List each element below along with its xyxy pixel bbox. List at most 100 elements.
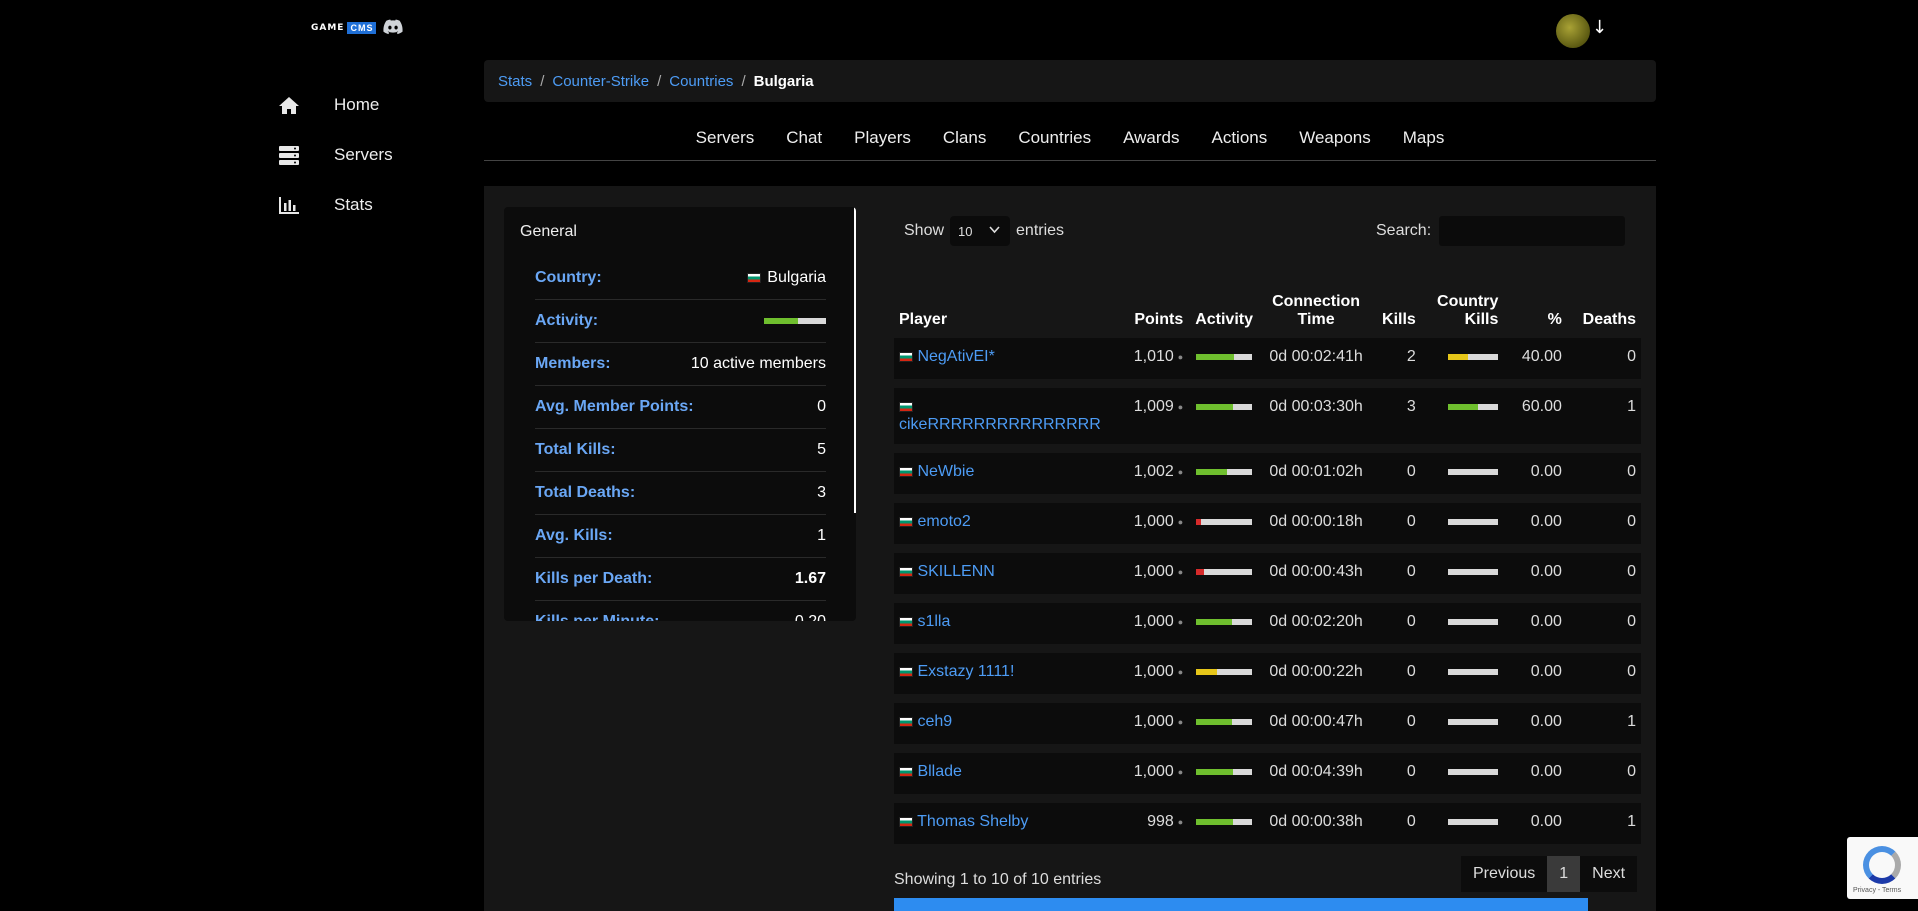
dot-icon: ● [1177,766,1184,777]
cell-player: s1lla [894,603,1118,644]
table-row[interactable]: s1lla 1,000 ● 0d 00:02:20h 0 0.00 0 [894,603,1641,644]
col-percent[interactable]: % [1503,271,1567,329]
cell-connection-time: 0d 00:04:39h [1269,763,1363,780]
country-kills-bar [1448,668,1499,675]
col-points[interactable]: Points [1118,271,1188,329]
points-value: 1,000 [1133,513,1174,530]
cell-percent: 0.00 [1530,713,1562,730]
tab-maps[interactable]: Maps [1387,120,1461,160]
cell-country-kills [1421,388,1504,444]
col-country-kills[interactable]: Country Kills [1421,271,1504,329]
breadcrumb-countries[interactable]: Countries [669,73,733,90]
player-link[interactable]: NegAtivEI* [917,348,994,365]
table-row[interactable]: NeWbie 1,002 ● 0d 00:01:02h 0 0.00 0 [894,453,1641,494]
activity-bar [1196,353,1253,360]
discord-icon[interactable] [383,19,403,35]
tab-awards[interactable]: Awards [1107,120,1195,160]
cell-deaths: 0 [1627,763,1636,780]
cell-points: 1,002 ● [1118,453,1188,494]
general-row-value: 0 [817,398,826,415]
cell-country-kills [1421,553,1504,594]
table-row[interactable]: Thomas Shelby 998 ● 0d 00:00:38h 0 0.00 1 [894,803,1641,844]
sidebar-item-home[interactable]: Home [278,80,478,130]
table-row[interactable]: Bllade 1,000 ● 0d 00:04:39h 0 0.00 0 [894,753,1641,794]
arrow-down-icon[interactable]: ↓ [1592,17,1607,38]
search-input[interactable] [1439,216,1626,246]
bulgaria-flag-icon [899,566,913,577]
col-deaths[interactable]: Deaths [1567,271,1641,329]
tab-players[interactable]: Players [838,120,927,160]
col-kills[interactable]: Kills [1372,271,1421,329]
user-avatar[interactable] [1556,14,1590,48]
breadcrumb-counter-strike[interactable]: Counter-Strike [552,73,649,90]
cell-connection-time: 0d 00:00:43h [1269,563,1363,580]
player-link[interactable]: SKILLENN [917,563,994,580]
cell-player: NeWbie [894,453,1118,494]
player-link[interactable]: ceh9 [917,713,952,730]
entries-select[interactable]: 10 [950,216,1011,246]
cell-activity [1188,453,1260,494]
general-row: Members: 10 active members [535,343,826,386]
col-player[interactable]: Player [894,271,1118,329]
activity-bar [1196,668,1253,675]
player-link[interactable]: s1lla [917,613,950,630]
cell-percent: 60.00 [1521,398,1562,415]
sidebar-item-stats[interactable]: Stats [278,180,478,230]
cell-connection-time: 0d 00:00:38h [1269,813,1363,830]
country-kills-bar [1448,353,1499,360]
cell-connection-time: 0d 00:03:30h [1269,398,1363,415]
dot-icon: ● [1177,466,1184,477]
col-activity[interactable]: Activity [1188,271,1260,329]
cell-player: NegAtivEI* [894,338,1118,379]
recaptcha-badge[interactable]: Privacy - Terms [1847,837,1918,899]
cell-kills: 0 [1406,513,1416,530]
cell-player: Exstazy 1111! [894,653,1118,694]
players-table: Player Points Activity Connection Time Ki… [894,262,1641,853]
player-link[interactable]: NeWbie [917,463,974,480]
cell-connection-time: 0d 00:00:18h [1269,513,1363,530]
general-row-value: Bulgaria [747,269,826,287]
activity-bar [764,318,826,324]
table-row[interactable]: SKILLENN 1,000 ● 0d 00:00:43h 0 0.00 0 [894,553,1641,594]
col-connection-time[interactable]: Connection Time [1260,271,1372,329]
general-row-value: 3 [817,484,826,501]
player-link[interactable]: Thomas Shelby [917,813,1028,830]
player-link[interactable]: Exstazy 1111! [917,663,1014,680]
tab-weapons[interactable]: Weapons [1283,120,1387,160]
tab-actions[interactable]: Actions [1195,120,1283,160]
horizontal-scrollbar[interactable] [894,898,1588,911]
page-button-current[interactable]: 1 [1547,856,1581,892]
points-value: 1,000 [1133,663,1174,680]
gamecms-logo[interactable]: GAME CMS [311,22,377,34]
table-row[interactable]: cikeRRRRRRRRRRRRRRR 1,009 ● 0d 00:03:30h 3 60… [894,388,1641,444]
tab-countries[interactable]: Countries [1002,120,1107,160]
table-row[interactable]: NegAtivEI* 1,010 ● 0d 00:02:41h 2 40.00 0 [894,338,1641,379]
general-row: Total Kills: 5 [535,429,826,472]
player-link[interactable]: emoto2 [917,513,970,530]
sidebar-item-servers[interactable]: Servers [278,130,478,180]
tab-clans[interactable]: Clans [927,120,1002,160]
activity-bar [1196,568,1253,575]
cell-country-kills [1421,703,1504,744]
activity-bar [1196,718,1253,725]
table-row[interactable]: emoto2 1,000 ● 0d 00:00:18h 0 0.00 0 [894,503,1641,544]
table-row[interactable]: ceh9 1,000 ● 0d 00:00:47h 0 0.00 1 [894,703,1641,744]
cell-country-kills [1421,503,1504,544]
logo-cms-text: CMS [347,22,377,34]
general-stats-list: Country: Bulgaria Activity: Members: 10 acti… [535,257,826,621]
next-button[interactable]: Next [1580,856,1638,892]
col-connection-time-line1: Connection [1272,293,1361,310]
country-kills-bar [1448,768,1499,775]
cell-percent: 0.00 [1530,563,1562,580]
country-kills-bar [1448,468,1499,475]
tab-chat[interactable]: Chat [770,120,838,160]
table-row[interactable]: Exstazy 1111! 1,000 ● 0d 00:00:22h 0 0.00 0 [894,653,1641,694]
player-link[interactable]: cikeRRRRRRRRRRRRRRR [899,416,1101,433]
tab-servers[interactable]: Servers [680,120,771,160]
player-link[interactable]: Bllade [917,763,961,780]
dot-icon: ● [1177,716,1184,727]
previous-button[interactable]: Previous [1461,856,1548,892]
breadcrumb-stats[interactable]: Stats [498,73,532,90]
bulgaria-flag-icon [899,401,913,412]
general-row-label: Members: [535,355,611,372]
